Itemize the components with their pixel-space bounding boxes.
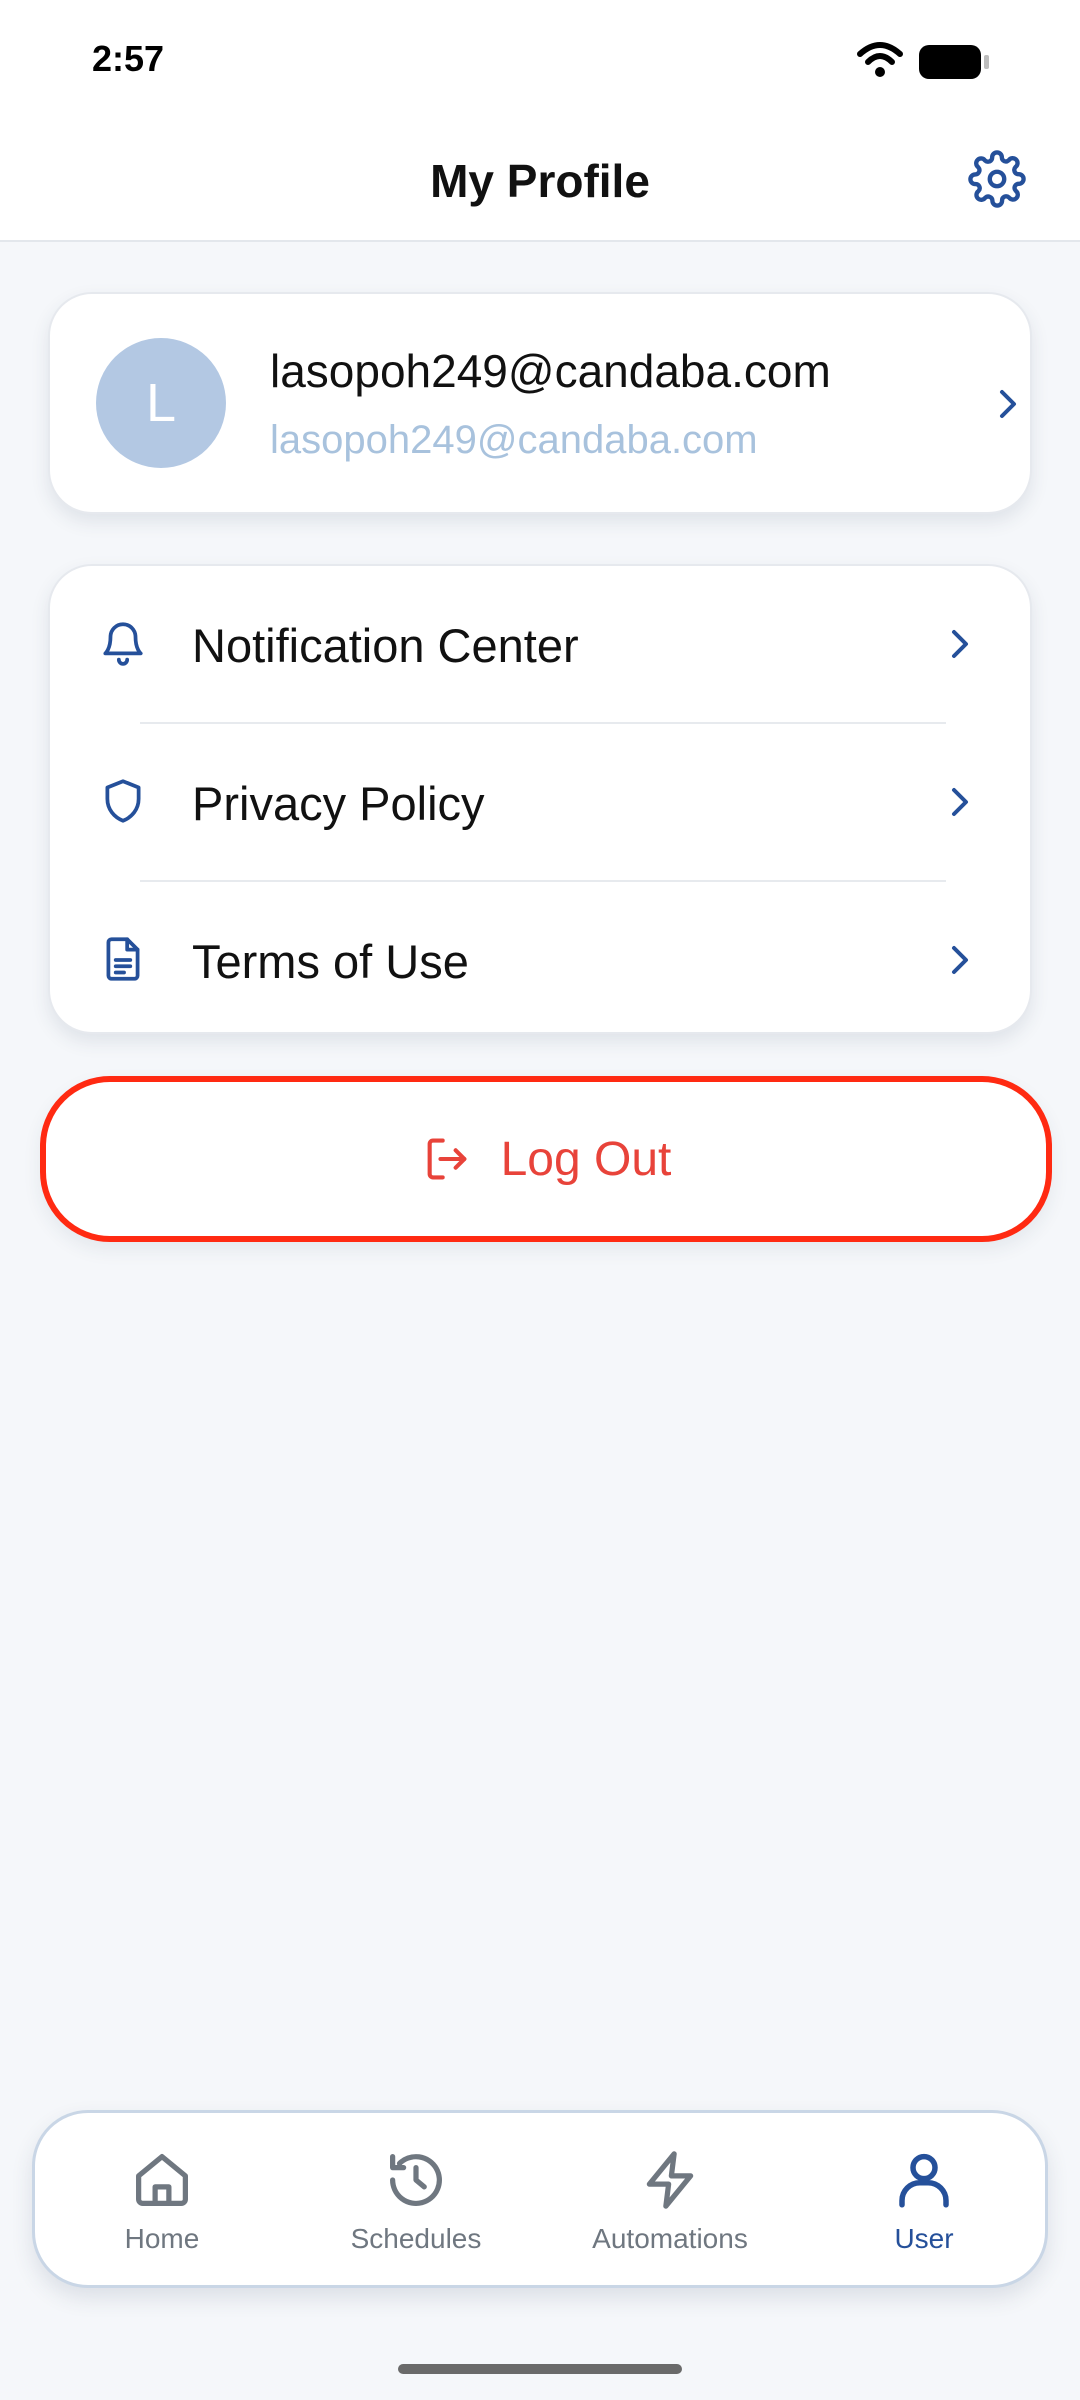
page-title: My Profile xyxy=(430,155,650,207)
gear-icon xyxy=(968,150,1026,208)
logout-label: Log Out xyxy=(500,1132,672,1186)
status-bar: 2:57 xyxy=(0,0,1080,120)
header: My Profile xyxy=(0,120,1080,242)
profile-name: lasopoh249@candaba.com xyxy=(270,345,831,397)
menu-card: Notification Center Privacy Policy Terms… xyxy=(48,564,1032,1034)
history-icon xyxy=(390,2154,442,2207)
menu-item-label: Terms of Use xyxy=(192,935,469,988)
status-time: 2:57 xyxy=(92,38,165,79)
nav-item-automations[interactable]: Automations xyxy=(543,2113,797,2291)
battery-icon xyxy=(919,45,989,79)
menu-item-privacy-policy[interactable]: Privacy Policy xyxy=(50,724,1030,880)
nav-label: Schedules xyxy=(350,2223,482,2254)
nav-item-user[interactable]: User xyxy=(797,2113,1051,2291)
nav-item-schedules[interactable]: Schedules xyxy=(289,2113,543,2291)
chevron-right-icon xyxy=(1000,390,1016,418)
nav-label: User xyxy=(894,2223,954,2254)
chevron-right-icon xyxy=(952,946,968,974)
lightning-icon xyxy=(646,2151,694,2209)
menu-item-terms-of-use[interactable]: Terms of Use xyxy=(50,882,1030,1038)
menu-item-notification-center[interactable]: Notification Center xyxy=(50,566,1030,722)
nav-item-home[interactable]: Home xyxy=(35,2113,289,2291)
logout-button[interactable]: Log Out xyxy=(40,1076,1052,1242)
home-icon xyxy=(136,2154,188,2206)
wifi-icon xyxy=(857,42,903,77)
logout-content: Log Out xyxy=(421,1132,672,1187)
profile-card[interactable]: L lasopoh249@candaba.com lasopoh249@cand… xyxy=(48,292,1032,514)
home-indicator xyxy=(398,2364,682,2374)
user-icon xyxy=(899,2153,949,2208)
nav-label: Automations xyxy=(592,2223,748,2254)
bell-icon xyxy=(103,622,143,666)
menu-item-label: Notification Center xyxy=(192,619,579,672)
menu-item-label: Privacy Policy xyxy=(192,777,485,830)
chevron-right-icon xyxy=(952,788,968,816)
chevron-right-icon xyxy=(952,630,968,658)
shield-icon xyxy=(105,779,141,823)
nav-label: Home xyxy=(124,2223,200,2254)
document-icon xyxy=(106,937,140,981)
avatar: L xyxy=(96,338,226,468)
logout-icon xyxy=(427,1138,466,1180)
profile-email: lasopoh249@candaba.com xyxy=(270,418,758,462)
bottom-nav: Home Schedules Automations User xyxy=(32,2110,1048,2288)
settings-button[interactable] xyxy=(966,148,1028,210)
